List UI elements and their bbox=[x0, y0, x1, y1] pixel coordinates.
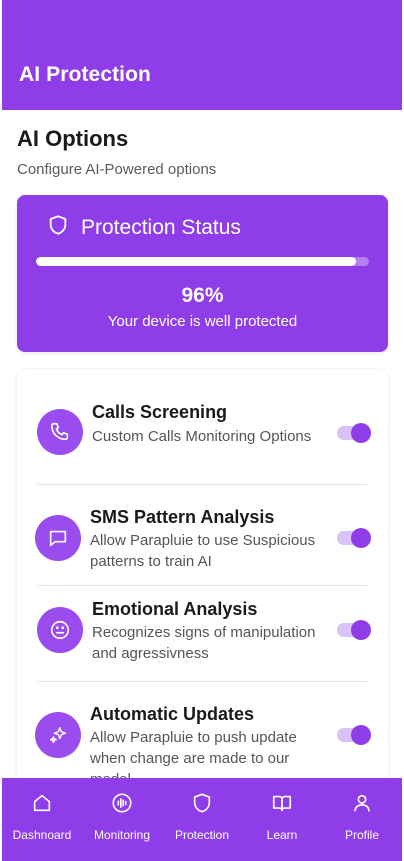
automatic-updates-toggle[interactable] bbox=[337, 725, 371, 745]
nav-label: Learn bbox=[266, 828, 298, 842]
emotional-analysis-toggle[interactable] bbox=[337, 620, 371, 640]
status-message: Your device is well protected bbox=[107, 313, 298, 330]
toggle-knob bbox=[351, 528, 371, 548]
nav-label: Profile bbox=[344, 828, 379, 842]
status-header: Protection Status bbox=[47, 214, 241, 241]
status-percent: 96% bbox=[181, 284, 224, 307]
home-icon bbox=[31, 792, 53, 819]
protection-progress-bar bbox=[36, 257, 369, 266]
divider bbox=[37, 484, 367, 485]
protection-status-card: Protection Status 96% Your device is wel… bbox=[17, 195, 388, 352]
nav-item-monitoring[interactable]: Monitoring bbox=[82, 778, 162, 861]
option-title: SMS Pattern Analysis bbox=[90, 507, 275, 527]
nav-label: Protection bbox=[174, 828, 230, 842]
divider bbox=[37, 681, 367, 682]
header-title: AI Protection bbox=[19, 63, 151, 86]
option-title: Calls Screening bbox=[92, 402, 228, 422]
divider bbox=[37, 585, 367, 586]
nav-item-protection[interactable]: Protection bbox=[162, 778, 242, 861]
user-icon bbox=[351, 792, 373, 819]
shield-icon bbox=[191, 792, 213, 819]
progress-fill bbox=[36, 257, 356, 266]
nav-item-dashboard[interactable]: Dashnoard bbox=[2, 778, 82, 861]
status-title: Protection Status bbox=[81, 215, 241, 239]
option-title: Emotional Analysis bbox=[92, 599, 258, 619]
app-header: AI Protection bbox=[2, 0, 402, 110]
option-description: Recognizes signs of manipulation and agr… bbox=[92, 624, 316, 662]
nav-item-learn[interactable]: Learn bbox=[242, 778, 322, 861]
message-icon bbox=[35, 515, 81, 561]
audio-wave-icon bbox=[111, 792, 133, 819]
nav-item-profile[interactable]: Profile bbox=[322, 778, 402, 861]
option-description: Custom Calls Monitoring Options bbox=[92, 428, 312, 445]
page-subtitle: Configure AI-Powered options bbox=[17, 161, 217, 178]
toggle-knob bbox=[351, 725, 371, 745]
phone-icon bbox=[37, 409, 83, 455]
nav-label: Dashnoard bbox=[12, 828, 72, 842]
toggle-knob bbox=[351, 423, 371, 443]
shield-icon bbox=[47, 214, 69, 241]
sms-analysis-toggle[interactable] bbox=[337, 528, 371, 548]
options-card: Calls Screening Custom Calls Monitoring … bbox=[17, 369, 388, 799]
nav-label: Monitoring bbox=[93, 828, 151, 842]
page-title: AI Options bbox=[17, 126, 129, 151]
face-icon bbox=[37, 607, 83, 653]
option-title: Automatic Updates bbox=[90, 704, 255, 724]
book-icon bbox=[271, 792, 293, 819]
option-description: Allow Parapluie to use Suspicious patter… bbox=[90, 532, 316, 570]
sparkle-icon bbox=[35, 712, 81, 758]
bottom-navigation: Dashnoard Monitoring Protection Learn Pr… bbox=[2, 778, 402, 861]
calls-screening-toggle[interactable] bbox=[337, 423, 371, 443]
toggle-knob bbox=[351, 620, 371, 640]
